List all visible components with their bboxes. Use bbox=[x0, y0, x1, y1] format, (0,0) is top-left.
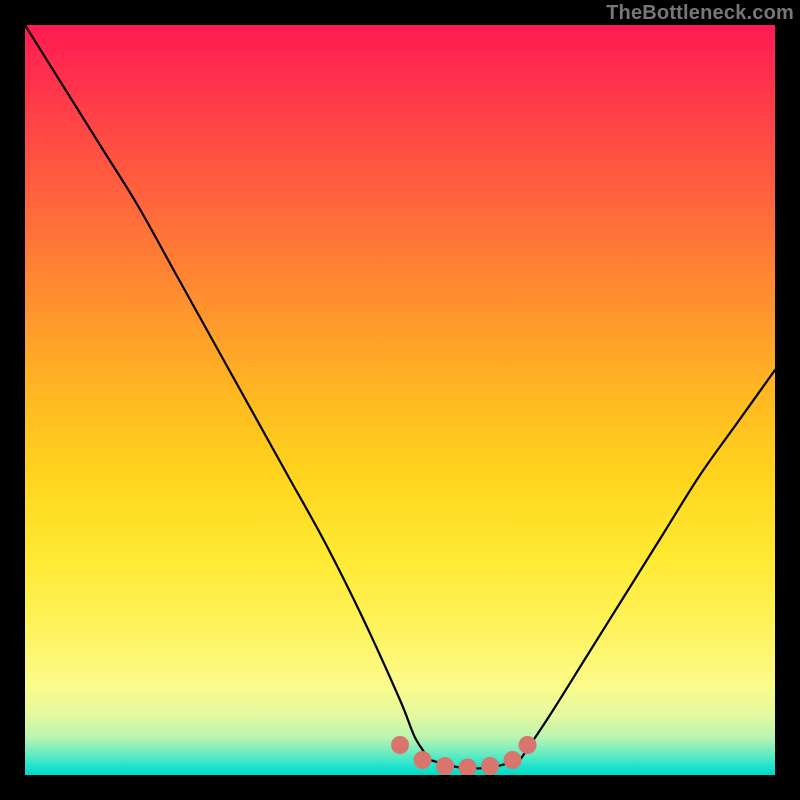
watermark-text: TheBottleneck.com bbox=[606, 2, 794, 25]
marker-dot bbox=[414, 751, 432, 769]
marker-dot bbox=[504, 751, 522, 769]
chart-plot-area bbox=[25, 25, 775, 775]
chart-svg bbox=[25, 25, 775, 775]
marker-dot bbox=[459, 759, 477, 776]
marker-dot bbox=[436, 757, 454, 775]
curve-left bbox=[25, 25, 430, 760]
chart-frame: TheBottleneck.com bbox=[0, 0, 800, 800]
curve-right bbox=[520, 370, 775, 760]
marker-dot bbox=[481, 757, 499, 775]
marker-group bbox=[391, 736, 537, 775]
marker-dot bbox=[519, 736, 537, 754]
marker-dot bbox=[391, 736, 409, 754]
